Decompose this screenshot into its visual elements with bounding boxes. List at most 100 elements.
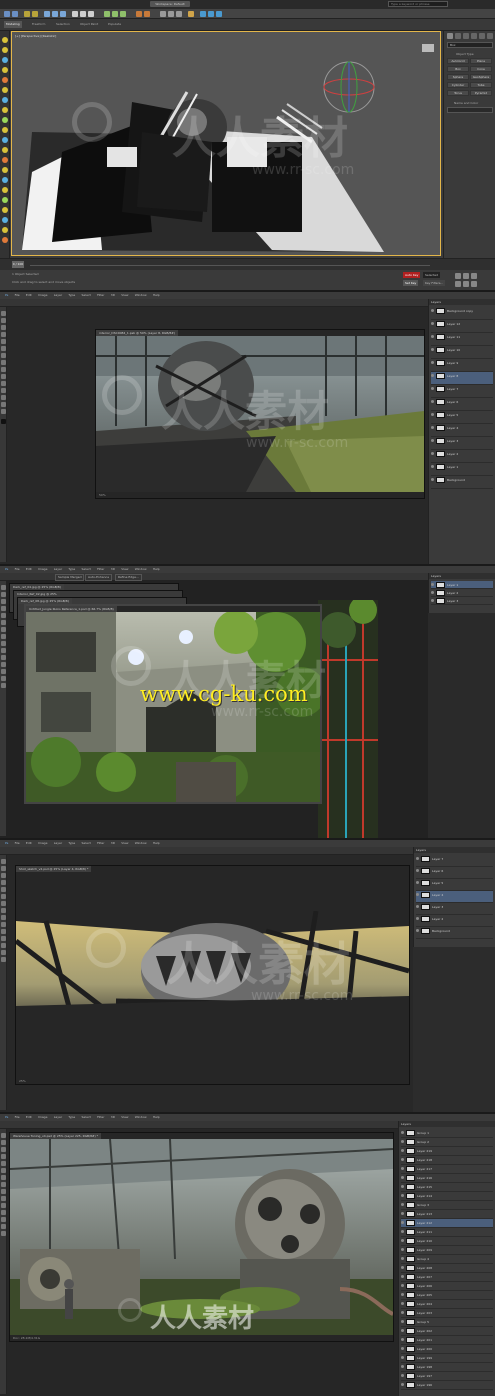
menu-help[interactable]: Help xyxy=(153,566,160,573)
menu-layer[interactable]: Layer xyxy=(54,840,62,847)
display-tab-icon[interactable] xyxy=(479,33,485,39)
utilities-tab-icon[interactable] xyxy=(487,33,493,39)
menu-edit[interactable]: Edit xyxy=(26,840,32,847)
layers-panel-title[interactable]: Layers xyxy=(429,573,495,579)
foreground-color-swatch[interactable] xyxy=(1,419,6,424)
eraser-tool-icon[interactable] xyxy=(1,641,6,646)
dodge-tool-icon[interactable] xyxy=(1,655,6,660)
menu-edit[interactable]: Edit xyxy=(26,566,32,573)
hierarchy-tab-icon[interactable] xyxy=(463,33,469,39)
box-button[interactable]: Box xyxy=(447,66,469,72)
eraser-tool-icon[interactable] xyxy=(1,367,6,372)
move-tool-icon[interactable] xyxy=(1,1133,6,1138)
tool-icon[interactable] xyxy=(2,167,8,173)
move-tool-icon[interactable] xyxy=(1,859,6,864)
move-tool-icon[interactable] xyxy=(1,585,6,590)
object-name-field[interactable] xyxy=(447,107,493,113)
layer-row[interactable]: Layer 2 xyxy=(416,915,493,927)
hand-tool-icon[interactable] xyxy=(1,950,6,955)
eye-icon[interactable] xyxy=(401,1194,404,1197)
ribbon-tab-freeform[interactable]: Freeform xyxy=(30,21,47,28)
eye-icon[interactable] xyxy=(431,426,434,429)
type-tool-icon[interactable] xyxy=(1,943,6,948)
last-frame-icon[interactable] xyxy=(471,273,477,279)
layer-row[interactable]: Layer 197 xyxy=(401,1372,493,1381)
pen-tool-icon[interactable] xyxy=(1,662,6,667)
ribbon-tab-modeling[interactable]: Modeling xyxy=(4,21,22,28)
tool-icon[interactable] xyxy=(2,217,8,223)
menu-type[interactable]: Type xyxy=(68,840,75,847)
eye-icon[interactable] xyxy=(431,387,434,390)
schematic-icon[interactable] xyxy=(176,11,182,17)
menu-image[interactable]: Image xyxy=(38,566,47,573)
autogrid-checkbox[interactable]: AutoGrid xyxy=(447,58,469,64)
eye-icon[interactable] xyxy=(401,1293,404,1296)
pan-icon[interactable] xyxy=(463,281,469,287)
quick-select-tool-icon[interactable] xyxy=(1,332,6,337)
layer-row[interactable]: Group 2 xyxy=(401,1138,493,1147)
create-tab-icon[interactable] xyxy=(447,33,453,39)
eye-icon[interactable] xyxy=(401,1329,404,1332)
tool-icon[interactable] xyxy=(2,147,8,153)
sample-merged-checkbox[interactable]: Sample Merged xyxy=(55,574,85,581)
eye-icon[interactable] xyxy=(401,1374,404,1377)
tool-icon[interactable] xyxy=(2,37,8,43)
menu-file[interactable]: File xyxy=(15,292,20,299)
eye-icon[interactable] xyxy=(431,599,434,602)
brush-tool-icon[interactable] xyxy=(1,353,6,358)
geosphere-button[interactable]: GeoSphere xyxy=(470,74,492,80)
tool-icon[interactable] xyxy=(2,177,8,183)
eye-icon[interactable] xyxy=(401,1176,404,1179)
tool-icon[interactable] xyxy=(2,197,8,203)
eye-icon[interactable] xyxy=(401,1338,404,1341)
gradient-tool-icon[interactable] xyxy=(1,1196,6,1201)
eye-icon[interactable] xyxy=(431,439,434,442)
layer-row[interactable]: Layer 208 xyxy=(401,1264,493,1273)
zoom-icon[interactable] xyxy=(455,281,461,287)
eye-icon[interactable] xyxy=(416,881,419,884)
eye-icon[interactable] xyxy=(431,478,434,481)
rotate-icon[interactable] xyxy=(80,11,86,17)
eye-icon[interactable] xyxy=(416,929,419,932)
layers-panel-title[interactable]: Layers xyxy=(414,847,495,853)
curve-editor-icon[interactable] xyxy=(168,11,174,17)
layer-row[interactable]: Layer 204 xyxy=(401,1300,493,1309)
clone-tool-icon[interactable] xyxy=(1,360,6,365)
clone-tool-icon[interactable] xyxy=(1,1182,6,1187)
layer-row[interactable]: Layer 6 xyxy=(416,867,493,879)
layer-row[interactable]: Layer 3 xyxy=(431,597,493,605)
move-icon[interactable] xyxy=(72,11,78,17)
tool-icon[interactable] xyxy=(2,77,8,83)
menu-type[interactable]: Type xyxy=(68,292,75,299)
render-icon[interactable] xyxy=(216,11,222,17)
marquee-tool-icon[interactable] xyxy=(1,866,6,871)
auto-enhance-checkbox[interactable]: Auto-Enhance xyxy=(85,574,113,581)
marquee-tool-icon[interactable] xyxy=(1,1140,6,1145)
tool-icon[interactable] xyxy=(2,127,8,133)
dodge-tool-icon[interactable] xyxy=(1,1203,6,1208)
document-window[interactable]: interior_DSC0084_1.psb @ 50% (Layer 8, R… xyxy=(95,329,425,499)
layer-row[interactable]: Layer 205 xyxy=(401,1291,493,1300)
menu-window[interactable]: Window xyxy=(135,840,147,847)
dodge-tool-icon[interactable] xyxy=(1,929,6,934)
pen-tool-icon[interactable] xyxy=(1,388,6,393)
link-icon[interactable] xyxy=(24,11,30,17)
tool-icon[interactable] xyxy=(2,227,8,233)
layer-row[interactable]: Layer 219 xyxy=(401,1147,493,1156)
layer-row[interactable]: Layer 203 xyxy=(401,1309,493,1318)
tool-icon[interactable] xyxy=(2,97,8,103)
modify-tab-icon[interactable] xyxy=(455,33,461,39)
menu-help[interactable]: Help xyxy=(153,292,160,299)
menu-view[interactable]: View xyxy=(121,566,128,573)
menu-3d[interactable]: 3D xyxy=(111,1114,115,1121)
rect-select-icon[interactable] xyxy=(60,11,66,17)
tool-icon[interactable] xyxy=(2,87,8,93)
layer-row[interactable]: Layer 214 xyxy=(401,1192,493,1201)
layer-row[interactable]: Group 1 xyxy=(401,1129,493,1138)
eye-icon[interactable] xyxy=(416,869,419,872)
hand-tool-icon[interactable] xyxy=(1,402,6,407)
move-tool-icon[interactable] xyxy=(1,311,6,316)
layer-row[interactable]: Layer 196 xyxy=(401,1381,493,1390)
type-tool-icon[interactable] xyxy=(1,669,6,674)
eye-icon[interactable] xyxy=(401,1140,404,1143)
